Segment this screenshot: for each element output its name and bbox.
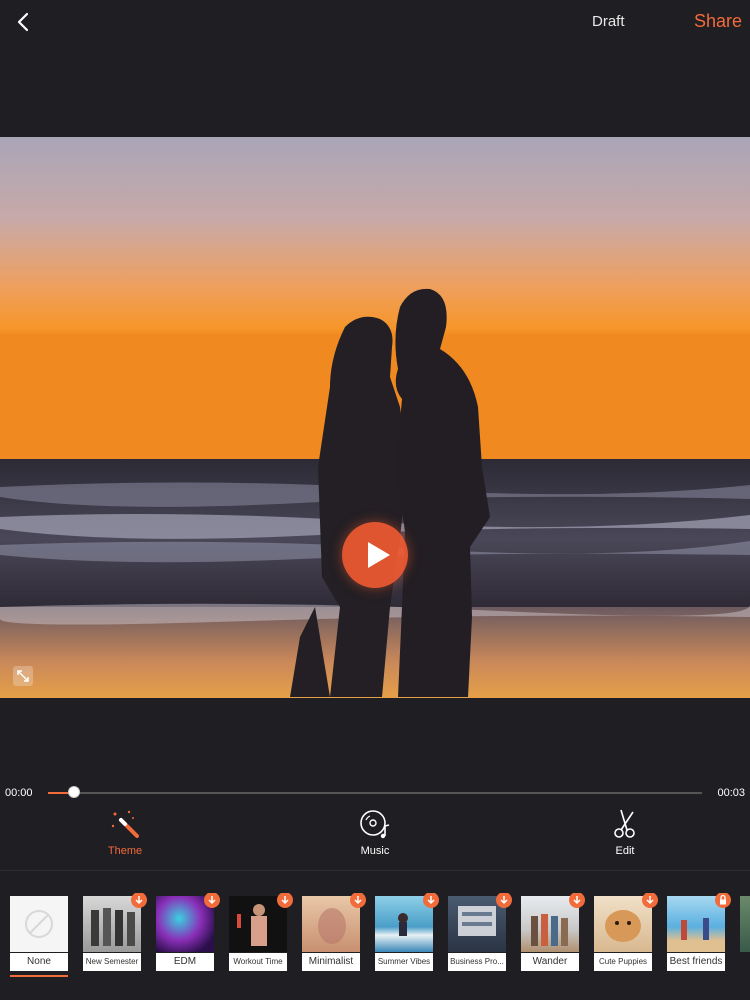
timeline-scrubber[interactable] [68,786,81,798]
download-icon [427,896,435,905]
lock-badge [715,893,731,908]
none-thumbnail [10,896,68,952]
share-button[interactable]: Share [694,11,742,32]
play-icon [368,542,390,568]
theme-label: Cute Puppies [594,953,652,971]
download-icon [500,896,508,905]
chevron-left-icon [17,12,29,32]
theme-label: Summer Vibes [375,953,433,971]
theme-label: Business Pro... [448,953,506,971]
theme-item-partial[interactable] [740,893,750,973]
theme-item-best-friends[interactable]: Best friends [667,893,731,973]
toolbar-divider [0,870,750,871]
theme-item-business-profile[interactable]: Business Pro... [448,893,512,973]
music-tab[interactable]: Music [335,808,415,857]
magic-wand-icon [111,810,139,838]
back-button[interactable] [10,8,38,36]
download-icon [281,896,289,905]
download-badge [423,893,439,908]
download-icon [208,896,216,905]
theme-item-wander[interactable]: Wander [521,893,585,973]
download-badge [496,893,512,908]
draft-button[interactable]: Draft [592,13,625,30]
expand-icon [17,670,29,682]
download-icon [135,896,143,905]
theme-label: None [10,953,68,971]
current-time: 00:00 [5,787,33,799]
total-time: 00:03 [717,787,745,799]
theme-tab[interactable]: Theme [85,808,165,857]
video-frame [0,137,750,698]
no-symbol-icon [25,910,53,938]
download-badge [350,893,366,908]
theme-label: Best friends [667,953,725,971]
theme-item-edm[interactable]: EDM [156,893,220,973]
edit-tab-label: Edit [615,845,635,857]
theme-item-none[interactable]: None [10,893,70,973]
selected-theme-indicator [10,975,68,977]
theme-item-cute-puppies[interactable]: Cute Puppies [594,893,658,973]
theme-label: Minimalist [302,953,360,971]
top-bar: Draft Share [0,0,750,44]
video-preview[interactable] [0,137,750,698]
download-badge [642,893,658,908]
scissors-icon [614,809,635,838]
download-icon [573,896,581,905]
lock-icon [720,894,726,905]
theme-item-workout-time[interactable]: Workout Time [229,893,293,973]
timeline-track[interactable] [48,792,702,794]
theme-thumbnail [740,896,750,952]
theme-label: EDM [156,953,214,971]
download-badge [277,893,293,908]
edit-tab[interactable]: Edit [585,808,665,857]
theme-item-minimalist[interactable]: Minimalist [302,893,366,973]
fullscreen-button[interactable] [13,666,33,686]
download-icon [354,896,362,905]
theme-label: New Semester [83,953,141,971]
theme-item-new-semester[interactable]: New Semester [83,893,147,973]
play-button[interactable] [342,522,408,588]
download-icon [646,896,654,905]
music-disc-icon [360,810,390,839]
download-badge [131,893,147,908]
music-tab-label: Music [360,845,390,857]
theme-list[interactable]: None New Semester EDM Workout Time Minim… [0,893,750,983]
download-badge [204,893,220,908]
theme-item-summer-vibes[interactable]: Summer Vibes [375,893,439,973]
theme-label: Workout Time [229,953,287,971]
download-badge [569,893,585,908]
theme-label: Wander [521,953,579,971]
theme-tab-label: Theme [107,845,143,857]
